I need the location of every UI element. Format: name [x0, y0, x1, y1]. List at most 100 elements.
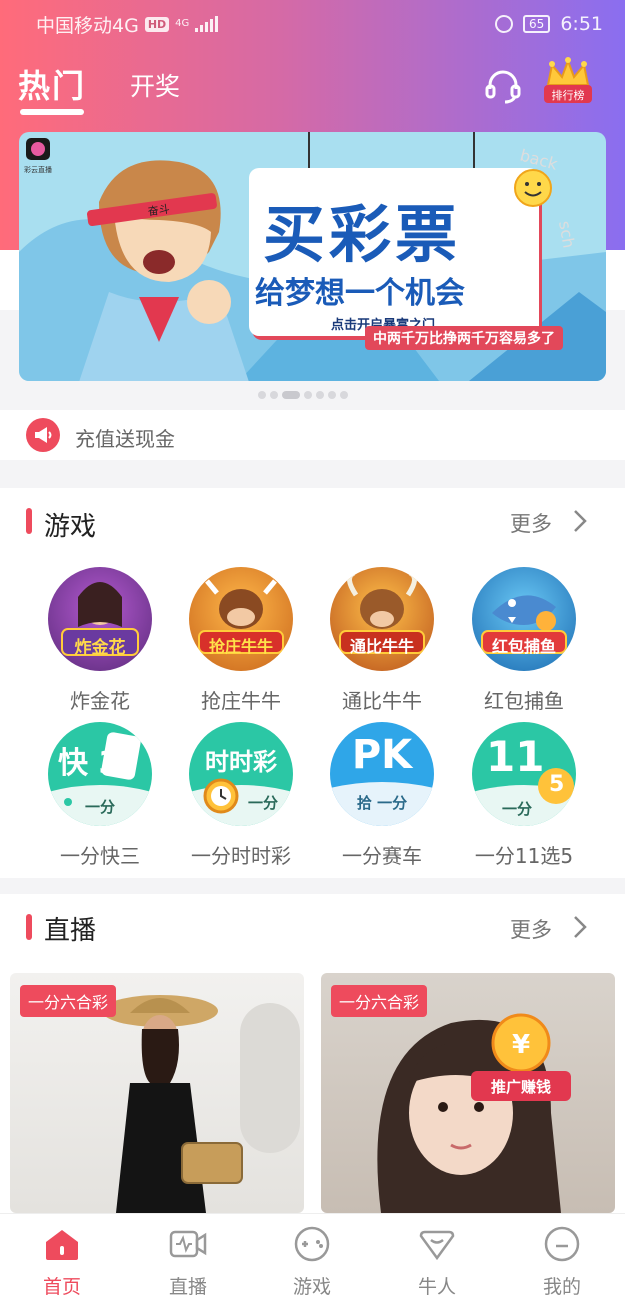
chevron-right-icon[interactable]: [572, 508, 588, 534]
tab-games[interactable]: 游戏: [272, 1226, 352, 1299]
customer-service-icon[interactable]: [484, 67, 522, 105]
game-label: 一分时时彩: [191, 844, 291, 868]
notice-text: 充值送现金: [75, 427, 175, 451]
battery-indicator: 65: [523, 15, 551, 33]
app-logo-label: 彩云直播: [24, 165, 52, 174]
home-icon: [46, 1230, 78, 1260]
section-marker: [26, 508, 32, 534]
megaphone-icon: [26, 418, 60, 452]
kuaisan-icon-sub: 一分: [84, 798, 115, 816]
gamepad-icon: [294, 1226, 330, 1262]
carrier-label: 中国移动4G: [36, 14, 139, 37]
tongbi-icon-text: 通比牛牛: [349, 637, 414, 656]
active-tab-indicator: [20, 109, 84, 115]
video-camera-icon: [169, 1230, 207, 1258]
pagination-dot[interactable]: [316, 391, 324, 399]
game-item-zhajinhua[interactable]: 炸金花 炸金花: [30, 567, 170, 714]
game-item-tongbi-niuniu[interactable]: 通比牛牛 通比牛牛: [312, 567, 452, 714]
tab-live[interactable]: 直播: [148, 1226, 228, 1299]
game-label: 一分11选5: [474, 844, 574, 868]
live-card[interactable]: ¥ 推广赚钱 一分六合彩: [321, 973, 615, 1213]
qiangzhuang-niuniu-icon: 抢庄牛牛: [189, 567, 293, 671]
app-logo-icon: 彩云直播: [24, 138, 52, 174]
banner-pagination: [258, 391, 348, 399]
game-label: 红包捕鱼: [484, 689, 564, 713]
cartoon-boy-illustration: 奋斗: [79, 160, 249, 381]
status-bar: 中国移动4G HD 4G 65 6:51: [0, 0, 625, 48]
chevron-right-icon[interactable]: [572, 914, 588, 940]
pagination-dot[interactable]: [328, 391, 336, 399]
game-label: 通比牛牛: [342, 689, 422, 713]
tab-label: 直播: [168, 1276, 207, 1298]
section-marker: [26, 914, 32, 940]
badge-icon: [419, 1230, 455, 1261]
game-label: 抢庄牛牛: [201, 689, 281, 713]
banner-title: 买彩票: [263, 198, 462, 271]
top-navigation: 热门 开奖 排行榜: [0, 55, 625, 120]
tab-label: 牛人: [417, 1276, 456, 1298]
tab-label: 游戏: [292, 1276, 331, 1298]
tongbi-niuniu-icon: 通比牛牛: [330, 567, 434, 671]
banner-subtitle: 给梦想一个机会: [255, 276, 465, 311]
game-item-yifen-saiche[interactable]: PK 拾 一分 一分赛车: [312, 722, 452, 869]
zhajinhua-icon: 炸金花: [48, 567, 152, 671]
tab-profile[interactable]: 我的: [522, 1226, 602, 1299]
alarm-icon: [495, 15, 514, 33]
game-item-hongbao-buyu[interactable]: 红包捕鱼 红包捕鱼: [454, 567, 594, 714]
hongbao-buyu-icon: 红包捕鱼: [472, 567, 576, 671]
tab-lottery-draw[interactable]: 开奖: [130, 67, 180, 103]
clock: 6:51: [560, 13, 603, 35]
pagination-dot[interactable]: [258, 391, 266, 399]
tab-hot[interactable]: 热门: [18, 61, 86, 107]
game-label: 一分快三: [60, 844, 140, 868]
pagination-dot[interactable]: [340, 391, 348, 399]
saiche-icon-sub: 拾 一分: [356, 794, 408, 812]
hongbao-icon-text: 红包捕鱼: [491, 637, 556, 656]
pagination-dot-active[interactable]: [282, 391, 300, 399]
xuan5-icon-badge: 5: [549, 772, 565, 797]
shishicai-icon-text: 时时彩: [205, 748, 277, 776]
saiche-icon-text: PK: [351, 732, 413, 778]
promo-label: 推广赚钱: [491, 1078, 551, 1096]
notice-bar[interactable]: 充值送现金: [0, 410, 625, 460]
game-label: 炸金花: [70, 689, 130, 713]
saiche-icon: PK 拾 一分: [330, 722, 434, 826]
hd-badge: HD: [144, 16, 170, 32]
ranking-button[interactable]: 排行榜: [540, 55, 596, 111]
shishicai-icon-sub: 一分: [247, 794, 278, 812]
live-tag: 一分六合彩: [331, 985, 428, 1017]
game-item-qiangzhuang-niuniu[interactable]: 抢庄牛牛 抢庄牛牛: [171, 567, 311, 714]
live-tag: 一分六合彩: [20, 985, 117, 1017]
shishicai-icon: 时时彩 一分: [189, 722, 293, 826]
section-title-games: 游戏: [44, 512, 97, 542]
zhajinhua-icon-text: 炸金花: [74, 638, 126, 658]
section-title-live: 直播: [44, 916, 97, 946]
qiangzhuang-icon-text: 抢庄牛牛: [208, 637, 273, 656]
live-more-link[interactable]: 更多: [510, 914, 552, 944]
game-label: 一分赛车: [342, 844, 422, 868]
game-item-yifen-kuaisan[interactable]: 快 3 一分 一分快三: [30, 722, 170, 869]
profile-face-icon: [544, 1226, 580, 1262]
banner-red-strip: 中两千万比挣两千万容易多了: [365, 326, 563, 350]
pagination-dot[interactable]: [270, 391, 278, 399]
tab-home[interactable]: 首页: [22, 1226, 102, 1299]
ranking-label: 排行榜: [552, 88, 585, 102]
banner-sign-text: sch: [555, 219, 578, 249]
game-item-yifen-11xuan5[interactable]: 11 5 一分 一分11选5: [454, 722, 594, 869]
promo-banner[interactable]: back sch 彩云直播 奋斗 买彩票 给梦想一个机会 点击开启暴富之门 中两…: [19, 132, 606, 381]
games-more-link[interactable]: 更多: [510, 508, 552, 538]
crown-icon: 排行榜: [544, 57, 592, 103]
tab-label: 我的: [542, 1276, 581, 1298]
network-label: 4G: [175, 18, 190, 29]
smiley-sun-icon: [514, 169, 552, 207]
tab-experts[interactable]: 牛人: [397, 1226, 477, 1299]
pagination-dot[interactable]: [304, 391, 312, 399]
kuaisan-icon-text: 快 3: [58, 746, 120, 781]
xuan5-icon: 11 5 一分: [472, 722, 576, 826]
live-card[interactable]: 一分六合彩: [10, 973, 304, 1213]
game-item-yifen-shishicai[interactable]: 时时彩 一分 一分时时彩: [171, 722, 311, 869]
kuaisan-icon: 快 3 一分: [48, 722, 152, 826]
coin-symbol: ¥: [512, 1030, 530, 1060]
xuan5-icon-sub: 一分: [502, 800, 533, 818]
signal-icon: [195, 16, 219, 32]
